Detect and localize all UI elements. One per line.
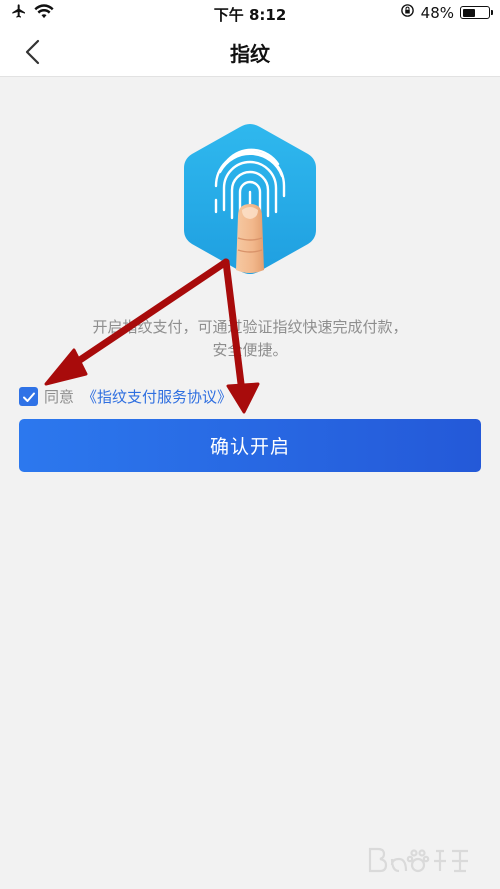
rotation-lock-icon — [400, 3, 415, 22]
battery-percent: 48% — [420, 3, 454, 22]
agree-label: 同意 — [44, 388, 75, 406]
fingerprint-icon — [184, 124, 316, 274]
page-title: 指纹 — [230, 42, 270, 66]
confirm-enable-button[interactable]: 确认开启 — [19, 419, 481, 472]
description-text: 开启指纹支付，可通过验证指纹快速完成付款， 安全便捷。 — [40, 316, 460, 362]
description-line-2: 安全便捷。 — [212, 341, 288, 359]
battery-fill — [462, 8, 475, 17]
battery-icon — [460, 6, 493, 19]
status-right: 48% — [400, 3, 493, 22]
check-icon — [22, 392, 35, 402]
nav-bar: 指纹 — [0, 26, 500, 77]
fingerprint-illustration — [180, 120, 320, 278]
agreement-link[interactable]: 《指纹支付服务协议》 — [82, 386, 232, 407]
watermark-logo-icon — [368, 847, 468, 873]
description-line-1: 开启指纹支付，可通过验证指纹快速完成付款， — [92, 318, 408, 336]
agreement-row: 同意 《指纹支付服务协议》 — [19, 386, 232, 407]
agree-checkbox[interactable] — [19, 387, 38, 406]
annotation-arrowhead-down — [226, 382, 260, 414]
baidu-jingyan-watermark — [364, 839, 474, 879]
status-bar: 下午 8:12 48% — [0, 0, 500, 26]
